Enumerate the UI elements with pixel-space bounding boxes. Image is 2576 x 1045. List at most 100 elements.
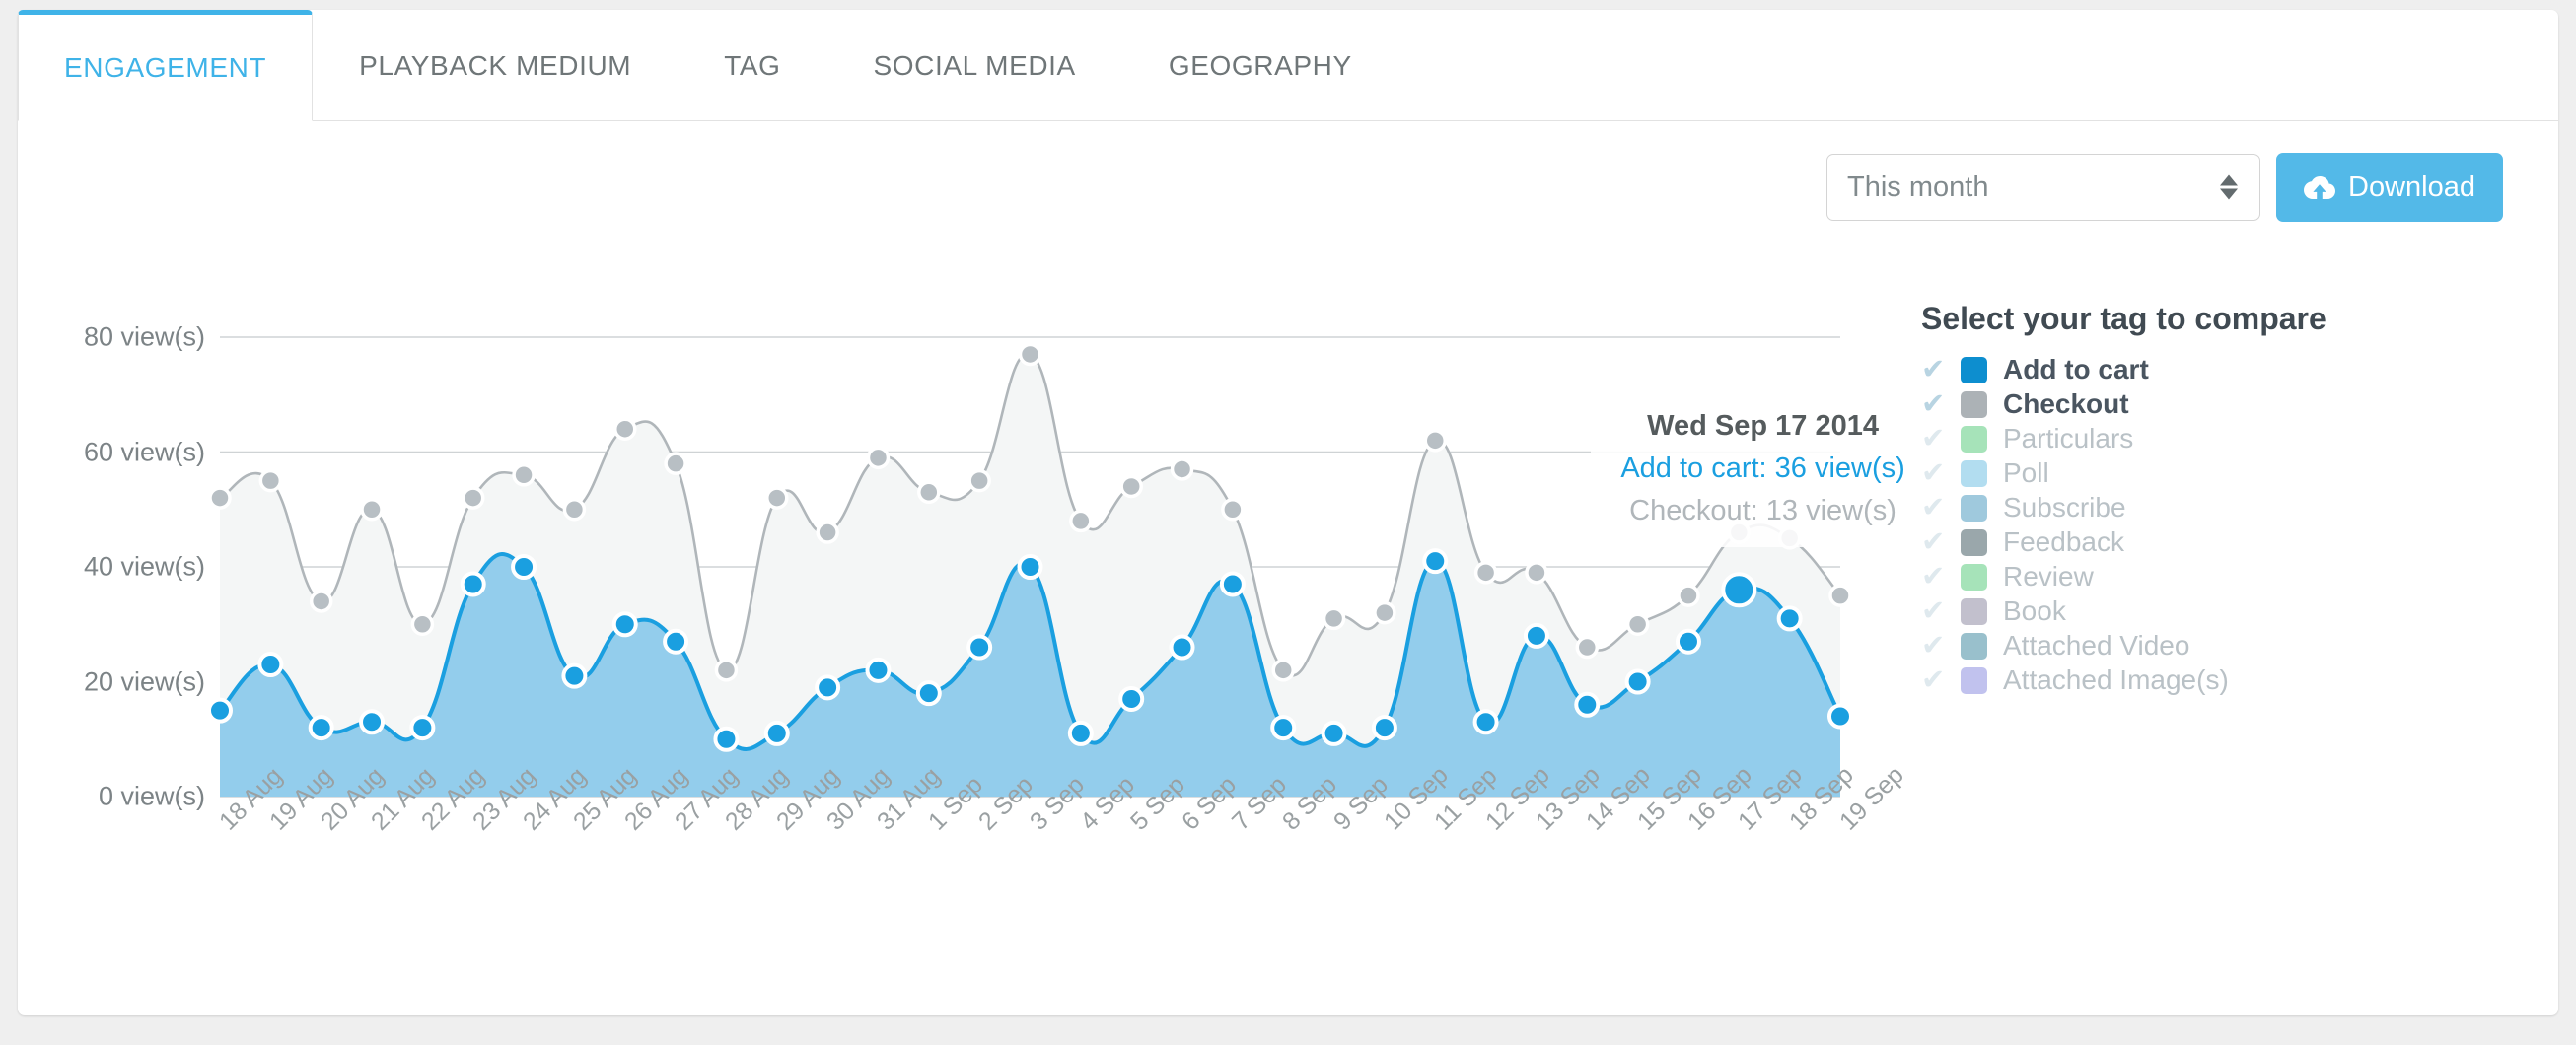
legend-item-label: Review xyxy=(2003,561,2094,592)
data-point[interactable] xyxy=(360,498,384,522)
data-point[interactable] xyxy=(966,634,993,661)
check-icon[interactable]: ✔ xyxy=(1921,389,1961,419)
data-point[interactable] xyxy=(664,452,687,475)
legend-item-subscribe[interactable]: ✔ Subscribe xyxy=(1921,491,2513,524)
y-axis-label: 20 view(s) xyxy=(83,666,205,696)
data-point[interactable] xyxy=(765,486,789,510)
check-icon[interactable]: ✔ xyxy=(1921,424,1961,453)
data-point[interactable] xyxy=(1472,709,1499,735)
data-point[interactable] xyxy=(1018,342,1042,367)
check-icon[interactable]: ✔ xyxy=(1921,527,1961,557)
data-point[interactable] xyxy=(1574,691,1601,718)
data-point[interactable] xyxy=(1069,509,1093,533)
check-icon[interactable]: ✔ xyxy=(1921,493,1961,522)
data-point[interactable] xyxy=(967,468,991,493)
legend-item-poll[interactable]: ✔ Poll xyxy=(1921,456,2513,490)
data-point[interactable] xyxy=(1067,720,1094,746)
tab-social-media[interactable]: SOCIAL MEDIA xyxy=(827,10,1122,120)
data-point[interactable] xyxy=(1473,561,1498,585)
data-point[interactable] xyxy=(1727,521,1752,544)
data-point[interactable] xyxy=(257,652,284,678)
data-point[interactable] xyxy=(1118,685,1145,712)
data-point[interactable] xyxy=(1170,457,1194,481)
data-point-highlighted[interactable] xyxy=(1721,572,1757,608)
data-point[interactable] xyxy=(866,446,891,470)
data-point[interactable] xyxy=(511,554,537,580)
data-point[interactable] xyxy=(1624,668,1651,695)
tab-tag[interactable]: TAG xyxy=(678,10,826,120)
download-button[interactable]: Download xyxy=(2276,153,2503,222)
check-icon[interactable]: ✔ xyxy=(1921,631,1961,661)
data-point[interactable] xyxy=(461,486,485,510)
data-point[interactable] xyxy=(1169,634,1195,661)
data-point[interactable] xyxy=(865,657,892,683)
data-point[interactable] xyxy=(309,590,333,613)
legend-item-checkout[interactable]: ✔ Checkout xyxy=(1921,387,2513,421)
data-point[interactable] xyxy=(763,720,790,746)
data-point[interactable] xyxy=(1575,635,1600,660)
legend-color-chip xyxy=(1961,632,1987,660)
data-point[interactable] xyxy=(1523,622,1549,649)
data-point[interactable] xyxy=(1270,715,1297,741)
legend-item-review[interactable]: ✔ Review xyxy=(1921,560,2513,593)
data-point[interactable] xyxy=(1219,571,1246,597)
data-point[interactable] xyxy=(1422,548,1449,575)
data-point[interactable] xyxy=(1119,474,1143,499)
data-point[interactable] xyxy=(1322,606,1346,631)
data-point[interactable] xyxy=(1373,600,1396,625)
data-point[interactable] xyxy=(611,611,638,638)
data-point[interactable] xyxy=(409,715,436,741)
chart-canvas xyxy=(207,336,1853,798)
data-point[interactable] xyxy=(308,715,334,741)
data-point[interactable] xyxy=(1828,584,1852,607)
data-point[interactable] xyxy=(1827,703,1853,730)
legend-item-feedback[interactable]: ✔ Feedback xyxy=(1921,525,2513,559)
data-point[interactable] xyxy=(613,417,637,441)
legend-item-attached-video[interactable]: ✔ Attached Video xyxy=(1921,629,2513,662)
spinner-icon[interactable] xyxy=(2220,174,2239,200)
data-point[interactable] xyxy=(915,680,942,707)
data-point[interactable] xyxy=(713,726,740,752)
chart-controls: This month Download xyxy=(1826,153,2503,222)
data-point[interactable] xyxy=(815,674,841,701)
tab-playback-medium[interactable]: PLAYBACK MEDIUM xyxy=(313,10,678,120)
check-icon[interactable]: ✔ xyxy=(1921,355,1961,384)
data-point[interactable] xyxy=(1625,612,1650,636)
check-icon[interactable]: ✔ xyxy=(1921,562,1961,592)
data-point[interactable] xyxy=(207,697,233,724)
data-point[interactable] xyxy=(1423,429,1447,453)
data-point[interactable] xyxy=(816,521,839,544)
data-point[interactable] xyxy=(1675,628,1701,655)
data-point[interactable] xyxy=(512,463,536,487)
legend-item-attached-image-s-[interactable]: ✔ Attached Image(s) xyxy=(1921,663,2513,697)
data-point[interactable] xyxy=(208,486,232,510)
data-point[interactable] xyxy=(1777,526,1802,550)
tab-engagement[interactable]: ENGAGEMENT xyxy=(18,10,314,121)
check-icon[interactable]: ✔ xyxy=(1921,458,1961,488)
legend-item-add-to-cart[interactable]: ✔ Add to cart xyxy=(1921,353,2513,386)
data-point[interactable] xyxy=(1776,605,1803,632)
data-point[interactable] xyxy=(561,662,588,689)
tab-geography[interactable]: GEOGRAPHY xyxy=(1122,10,1398,120)
legend-item-book[interactable]: ✔ Book xyxy=(1921,594,2513,628)
data-point[interactable] xyxy=(663,628,689,655)
data-point[interactable] xyxy=(1525,561,1548,585)
data-point[interactable] xyxy=(562,498,587,522)
check-icon[interactable]: ✔ xyxy=(1921,596,1961,626)
data-point[interactable] xyxy=(1371,715,1397,741)
data-point[interactable] xyxy=(1677,584,1700,607)
data-point[interactable] xyxy=(714,659,739,682)
period-select-value: This month xyxy=(1847,171,1989,203)
data-point[interactable] xyxy=(460,571,486,597)
data-point[interactable] xyxy=(359,709,386,735)
data-point[interactable] xyxy=(917,480,941,505)
legend-color-chip xyxy=(1961,666,1987,694)
data-point[interactable] xyxy=(1221,498,1245,522)
legend-item-particulars[interactable]: ✔ Particulars xyxy=(1921,422,2513,455)
data-point[interactable] xyxy=(1321,720,1347,746)
check-icon[interactable]: ✔ xyxy=(1921,665,1961,695)
data-point[interactable] xyxy=(1271,659,1295,682)
data-point[interactable] xyxy=(410,612,435,636)
data-point[interactable] xyxy=(1017,554,1043,580)
data-point[interactable] xyxy=(258,468,283,493)
